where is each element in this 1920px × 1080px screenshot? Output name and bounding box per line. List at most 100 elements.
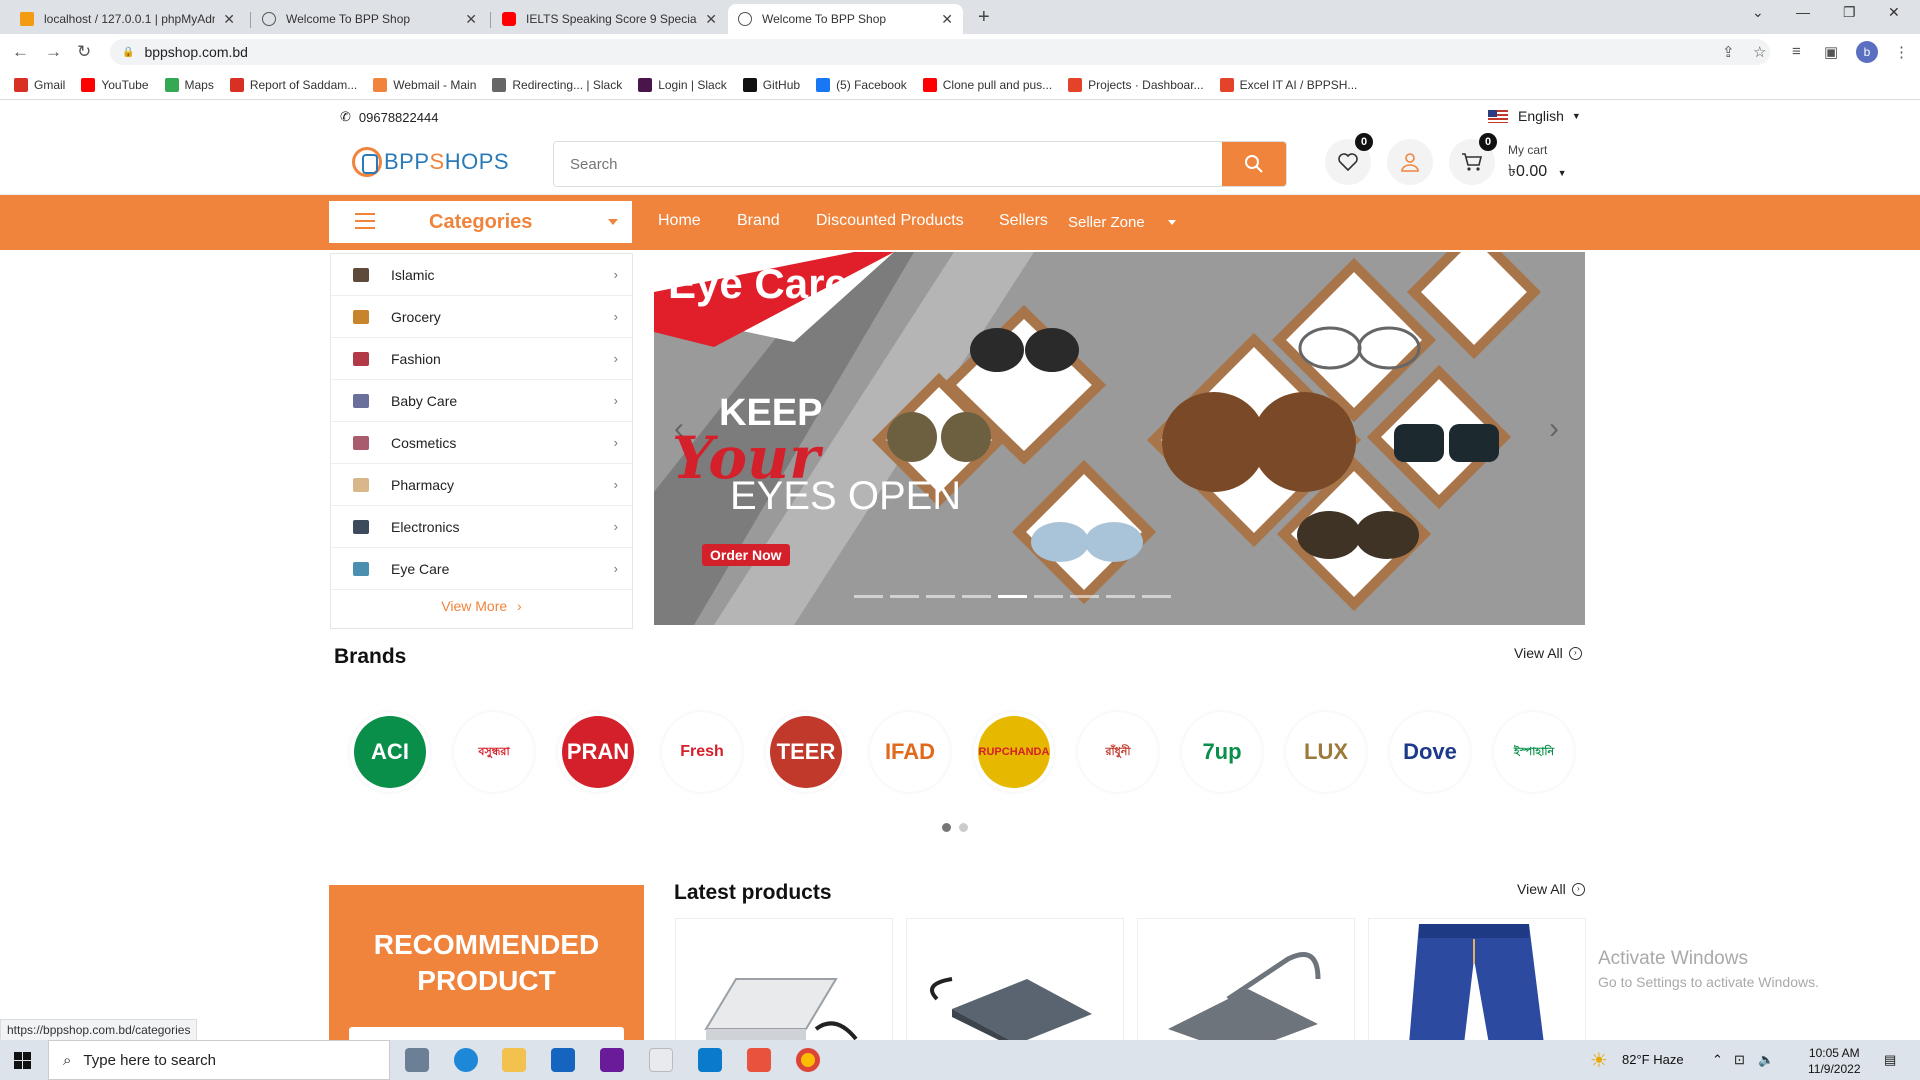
profile-avatar[interactable]: b (1856, 41, 1878, 63)
url-field[interactable]: 🔒 bppshop.com.bd (110, 39, 1770, 65)
tab-search-icon[interactable]: ⌄ (1752, 4, 1764, 21)
slide-dot[interactable] (890, 595, 919, 598)
weather-text[interactable]: 82°F Haze (1622, 1052, 1684, 1067)
order-now-button[interactable]: Order Now (702, 544, 790, 566)
pagination-dot[interactable] (959, 823, 968, 832)
bookmark-item[interactable]: Clone pull and pus... (922, 77, 1052, 92)
search-button[interactable] (1222, 142, 1286, 186)
category-item[interactable]: Pharmacy › (331, 464, 632, 506)
brand-logo[interactable]: Dove (1390, 712, 1470, 792)
bookmark-item[interactable]: Excel IT AI / BPPSH... (1219, 77, 1357, 92)
chevron-down-icon[interactable] (1168, 220, 1176, 225)
site-logo[interactable]: BPPSHOPS (352, 147, 509, 177)
slide-dot[interactable] (1142, 595, 1171, 598)
tab-phpmyadmin[interactable]: localhost / 127.0.0.1 | phpMyAdmin ✕ (10, 4, 245, 34)
next-slide-icon[interactable]: › (1549, 412, 1559, 446)
prev-slide-icon[interactable]: ‹ (674, 412, 684, 446)
slack-icon[interactable] (649, 1048, 673, 1072)
nav-seller-zone[interactable]: Seller Zone (1068, 214, 1145, 231)
category-item[interactable]: Islamic › (331, 254, 632, 296)
menu-icon[interactable]: ⋮ (1894, 43, 1909, 61)
brand-logo[interactable]: রাঁধুনী (1078, 712, 1158, 792)
file-explorer-icon[interactable] (502, 1048, 526, 1072)
category-item[interactable]: Eye Care › (331, 548, 632, 590)
slide-dot[interactable] (1070, 595, 1099, 598)
nav-home[interactable]: Home (658, 212, 701, 230)
notification-icon[interactable]: ▤ (1884, 1052, 1896, 1068)
xampp-icon[interactable] (747, 1048, 771, 1072)
category-item[interactable]: Cosmetics › (331, 422, 632, 464)
share-icon[interactable]: ⇪ (1722, 43, 1735, 61)
close-icon[interactable]: ✕ (465, 11, 477, 28)
bookmark-item[interactable]: Redirecting... | Slack (492, 77, 622, 92)
restore-button[interactable]: ❐ (1843, 4, 1856, 21)
slide-dot[interactable] (926, 595, 955, 598)
new-tab-button[interactable]: + (978, 6, 990, 29)
slide-dot[interactable] (854, 595, 883, 598)
slide-dot[interactable] (1106, 595, 1135, 598)
network-icon[interactable]: ⊡ (1734, 1052, 1745, 1068)
close-icon[interactable]: ✕ (223, 11, 235, 28)
slide-dot[interactable] (962, 595, 991, 598)
slide-dot[interactable] (1034, 595, 1063, 598)
nav-discounted-products[interactable]: Discounted Products (816, 212, 964, 230)
language-selector[interactable]: English ▼ (1488, 108, 1581, 124)
wishlist-button[interactable]: 0 (1325, 133, 1373, 185)
tab-bpp-shop[interactable]: Welcome To BPP Shop ✕ (252, 4, 487, 34)
window-close-button[interactable]: ✕ (1888, 4, 1900, 21)
bookmark-item[interactable]: Maps (164, 77, 214, 92)
latest-view-all[interactable]: View All › (1517, 881, 1585, 897)
edge-icon[interactable] (454, 1048, 478, 1072)
windows-start-icon[interactable] (14, 1052, 31, 1069)
product-card[interactable] (675, 918, 893, 1043)
pagination-dot[interactable] (942, 823, 951, 832)
hero-banner[interactable]: Eye Care KEEP Your EYES OPEN Order Now ‹… (654, 252, 1585, 625)
forward-icon[interactable]: → (45, 42, 62, 62)
nav-sellers[interactable]: Sellers (999, 212, 1048, 230)
vscode-icon[interactable] (698, 1048, 722, 1072)
brand-logo[interactable]: বসুন্ধরা (454, 712, 534, 792)
speaker-icon[interactable]: 🔈 (1758, 1052, 1774, 1068)
bookmark-item[interactable]: GitHub (742, 77, 800, 92)
side-panel-icon[interactable]: ▣ (1824, 43, 1838, 61)
star-icon[interactable]: ☆ (1753, 43, 1766, 61)
view-more-link[interactable]: View More › (331, 590, 632, 614)
cart-summary[interactable]: My cart ৳0.00 ▼ (1508, 143, 1567, 185)
search-input[interactable] (554, 142, 1222, 186)
chrome-icon[interactable] (796, 1048, 820, 1072)
brand-logo[interactable]: Fresh (662, 712, 742, 792)
account-button[interactable] (1387, 139, 1433, 185)
back-icon[interactable]: ← (12, 42, 29, 62)
bookmark-item[interactable]: (5) Facebook (816, 77, 907, 92)
reading-list-icon[interactable]: ≡ (1792, 43, 1801, 60)
product-card[interactable] (906, 918, 1124, 1043)
minimize-button[interactable]: — (1796, 4, 1810, 20)
nav-brand[interactable]: Brand (737, 212, 780, 230)
brand-logo[interactable]: IFAD (870, 712, 950, 792)
brand-logo[interactable]: TEER (766, 712, 846, 792)
bookmark-item[interactable]: Login | Slack (638, 77, 727, 92)
category-item[interactable]: Baby Care › (331, 380, 632, 422)
mail-icon[interactable] (551, 1048, 575, 1072)
cart-button[interactable]: 0 (1449, 133, 1497, 185)
category-item[interactable]: Fashion › (331, 338, 632, 380)
chevron-up-icon[interactable]: ⌃ (1712, 1052, 1723, 1068)
brand-logo[interactable]: PRAN (558, 712, 638, 792)
bookmark-item[interactable]: YouTube (81, 77, 149, 92)
tab-ielts[interactable]: IELTS Speaking Score 9 Special Structure… (492, 4, 727, 34)
brand-logo[interactable]: RUPCHANDA (974, 712, 1054, 792)
product-card[interactable] (1137, 918, 1355, 1043)
bookmark-item[interactable]: Webmail - Main (373, 77, 476, 92)
brand-logo[interactable]: LUX (1286, 712, 1366, 792)
task-view-icon[interactable] (405, 1048, 429, 1072)
bookmark-item[interactable]: Gmail (14, 77, 65, 92)
product-card[interactable] (1368, 918, 1586, 1043)
brand-logo[interactable]: 7up (1182, 712, 1262, 792)
categories-dropdown[interactable]: Categories (329, 201, 632, 243)
brands-view-all[interactable]: View All › (1514, 645, 1582, 661)
category-item[interactable]: Electronics › (331, 506, 632, 548)
taskbar-search[interactable]: ⌕ Type here to search (48, 1040, 390, 1080)
reload-icon[interactable]: ↻ (77, 42, 91, 62)
close-icon[interactable]: ✕ (941, 11, 953, 28)
slide-dot[interactable] (998, 595, 1027, 598)
